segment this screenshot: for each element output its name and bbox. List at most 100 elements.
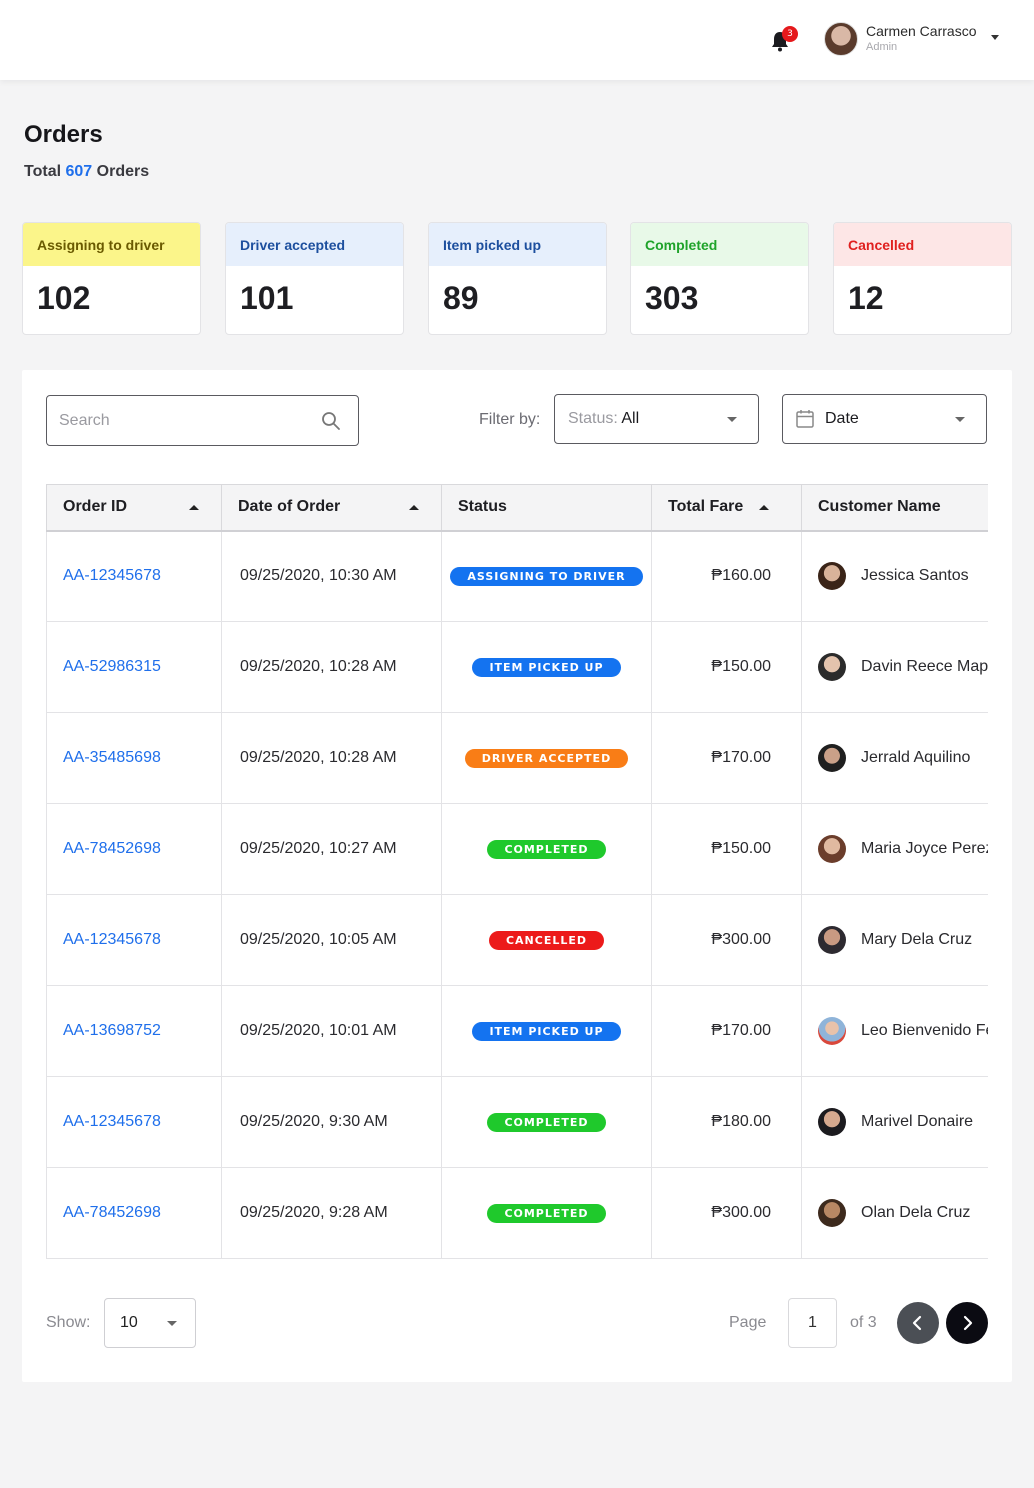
- order-fare: ₱170.00: [651, 985, 802, 1077]
- next-page-button[interactable]: [946, 1302, 988, 1344]
- summary-card[interactable]: Item picked up 89: [428, 222, 607, 335]
- sort-up-icon[interactable]: [189, 505, 199, 510]
- order-status-cell: DRIVER ACCEPTED: [441, 712, 652, 804]
- column-header-order-id[interactable]: Order ID: [46, 484, 222, 532]
- status-badge: ITEM PICKED UP: [472, 1021, 621, 1041]
- customer-cell: Leo Bienvenido Fernandez: [801, 985, 988, 1077]
- order-id-link[interactable]: AA-78452698: [46, 803, 222, 895]
- order-status-cell: ASSIGNING TO DRIVER: [441, 530, 652, 622]
- order-id-link[interactable]: AA-12345678: [46, 894, 222, 986]
- summary-card[interactable]: Completed 303: [630, 222, 809, 335]
- order-date: 09/25/2020, 9:30 AM: [221, 1076, 442, 1168]
- customer-name: Jessica Santos: [861, 567, 969, 585]
- table-row[interactable]: AA-78452698 09/25/2020, 9:28 AM COMPLETED ₱…: [46, 1167, 988, 1259]
- customer-name: Davin Reece Mapalad: [861, 658, 988, 675]
- prev-page-button[interactable]: [897, 1302, 939, 1344]
- sort-up-icon[interactable]: [409, 505, 419, 510]
- summary-card[interactable]: Assigning to driver 102: [22, 222, 201, 335]
- subtitle-prefix: Total: [24, 163, 62, 180]
- order-fare: ₱300.00: [651, 894, 802, 986]
- order-id-link[interactable]: AA-13698752: [46, 985, 222, 1077]
- search-icon[interactable]: [321, 411, 341, 431]
- avatar: [818, 1017, 846, 1045]
- avatar: [818, 744, 846, 772]
- page-number-input[interactable]: 1: [788, 1298, 837, 1348]
- search-box[interactable]: [46, 395, 359, 446]
- status-filter-value: All: [621, 410, 640, 427]
- order-date: 09/25/2020, 10:28 AM: [221, 712, 442, 804]
- order-status-cell: CANCELLED: [441, 894, 652, 986]
- order-date: 09/25/2020, 10:27 AM: [221, 803, 442, 895]
- summary-card-label: Item picked up: [429, 223, 606, 266]
- summary-card-label: Driver accepted: [226, 223, 403, 266]
- customer: Jerrald Aquilino: [818, 744, 988, 772]
- table-header-row: Order ID Date of Order Status Total Fare…: [46, 484, 988, 532]
- page-total-label: of 3: [850, 1314, 877, 1331]
- status-badge: ASSIGNING TO DRIVER: [450, 566, 643, 586]
- avatar: [818, 562, 846, 591]
- summary-card-value: 101: [240, 280, 294, 316]
- table-row[interactable]: AA-78452698 09/25/2020, 10:27 AM COMPLETED…: [46, 803, 988, 895]
- avatar: [818, 653, 846, 681]
- avatar[interactable]: [824, 22, 858, 56]
- search-input[interactable]: [59, 410, 309, 432]
- chevron-down-icon[interactable]: [991, 35, 999, 40]
- customer-cell: Maria Joyce Perez: [801, 803, 988, 895]
- order-fare: ₱300.00: [651, 1167, 802, 1259]
- customer: Leo Bienvenido Fernandez: [818, 1017, 988, 1045]
- top-bar: 3 Carmen Carrasco Admin: [0, 0, 1034, 80]
- orders-panel: Filter by: Status: All Date Order ID Dat…: [22, 370, 1012, 1382]
- order-id-link[interactable]: AA-12345678: [46, 530, 222, 622]
- customer: Olan Dela Cruz: [818, 1199, 988, 1227]
- customer-name: Marivel Donaire: [861, 1113, 974, 1130]
- customer-cell: Jerrald Aquilino: [801, 712, 988, 804]
- order-id-link[interactable]: AA-35485698: [46, 712, 222, 804]
- order-fare: ₱150.00: [651, 803, 802, 895]
- page-size-select[interactable]: 10: [104, 1298, 196, 1348]
- order-id-link[interactable]: AA-52986315: [46, 621, 222, 713]
- order-fare: ₱160.00: [651, 530, 802, 622]
- chevron-right-icon: [963, 1315, 973, 1331]
- table-row[interactable]: AA-35485698 09/25/2020, 10:28 AM DRIVER AC…: [46, 712, 988, 804]
- customer: Maria Joyce Perez: [818, 835, 988, 863]
- summary-card[interactable]: Cancelled 12: [833, 222, 1012, 335]
- column-header-date[interactable]: Date of Order: [221, 484, 442, 532]
- status-filter-select[interactable]: Status: All: [554, 394, 759, 444]
- customer: Mary Dela Cruz: [818, 926, 988, 954]
- status-badge: COMPLETED: [487, 1112, 606, 1132]
- summary-card[interactable]: Driver accepted 101: [225, 222, 404, 335]
- table-row[interactable]: AA-12345678 09/25/2020, 9:30 AM COMPLETED ₱…: [46, 1076, 988, 1168]
- order-fare: ₱170.00: [651, 712, 802, 804]
- table-row[interactable]: AA-52986315 09/25/2020, 10:28 AM ITEM PICK…: [46, 621, 988, 713]
- order-id-link[interactable]: AA-78452698: [46, 1167, 222, 1259]
- table-row[interactable]: AA-12345678 09/25/2020, 10:05 AM CANCELLED…: [46, 894, 988, 986]
- page-size-value: 10: [120, 1314, 138, 1331]
- customer: Davin Reece Mapalad: [818, 653, 988, 681]
- status-filter-text: Status: All: [568, 410, 639, 428]
- order-date: 09/25/2020, 10:28 AM: [221, 621, 442, 713]
- page-subtitle: Total 607 Orders: [24, 163, 149, 181]
- chevron-down-icon: [167, 1321, 177, 1326]
- customer: Marivel Donaire: [818, 1108, 988, 1136]
- column-header-total-fare[interactable]: Total Fare: [651, 484, 802, 532]
- column-label: Total Fare: [668, 498, 744, 516]
- avatar: [818, 926, 846, 954]
- column-header-customer: Customer Name: [801, 484, 988, 532]
- subtitle-suffix: Orders: [96, 163, 150, 180]
- table-row[interactable]: AA-13698752 09/25/2020, 10:01 AM ITEM PICK…: [46, 985, 988, 1077]
- customer-name: Leo Bienvenido Fernandez: [861, 1022, 988, 1039]
- order-status-cell: ITEM PICKED UP: [441, 985, 652, 1077]
- date-filter-select[interactable]: Date: [782, 394, 987, 444]
- sort-up-icon[interactable]: [759, 505, 769, 510]
- order-id-link[interactable]: AA-12345678: [46, 1076, 222, 1168]
- table-row[interactable]: AA-12345678 09/25/2020, 10:30 AM ASSIGNING…: [46, 530, 988, 622]
- avatar: [818, 1199, 846, 1227]
- order-date: 09/25/2020, 9:28 AM: [221, 1167, 442, 1259]
- customer-name: Olan Dela Cruz: [861, 1204, 971, 1221]
- page-label: Page: [729, 1314, 767, 1331]
- filter-label: Filter by:: [479, 411, 541, 428]
- user-name[interactable]: Carmen Carrasco: [866, 23, 976, 39]
- status-filter-prefix: Status:: [568, 410, 618, 427]
- date-filter-label: Date: [825, 410, 859, 427]
- status-badge: COMPLETED: [487, 839, 606, 859]
